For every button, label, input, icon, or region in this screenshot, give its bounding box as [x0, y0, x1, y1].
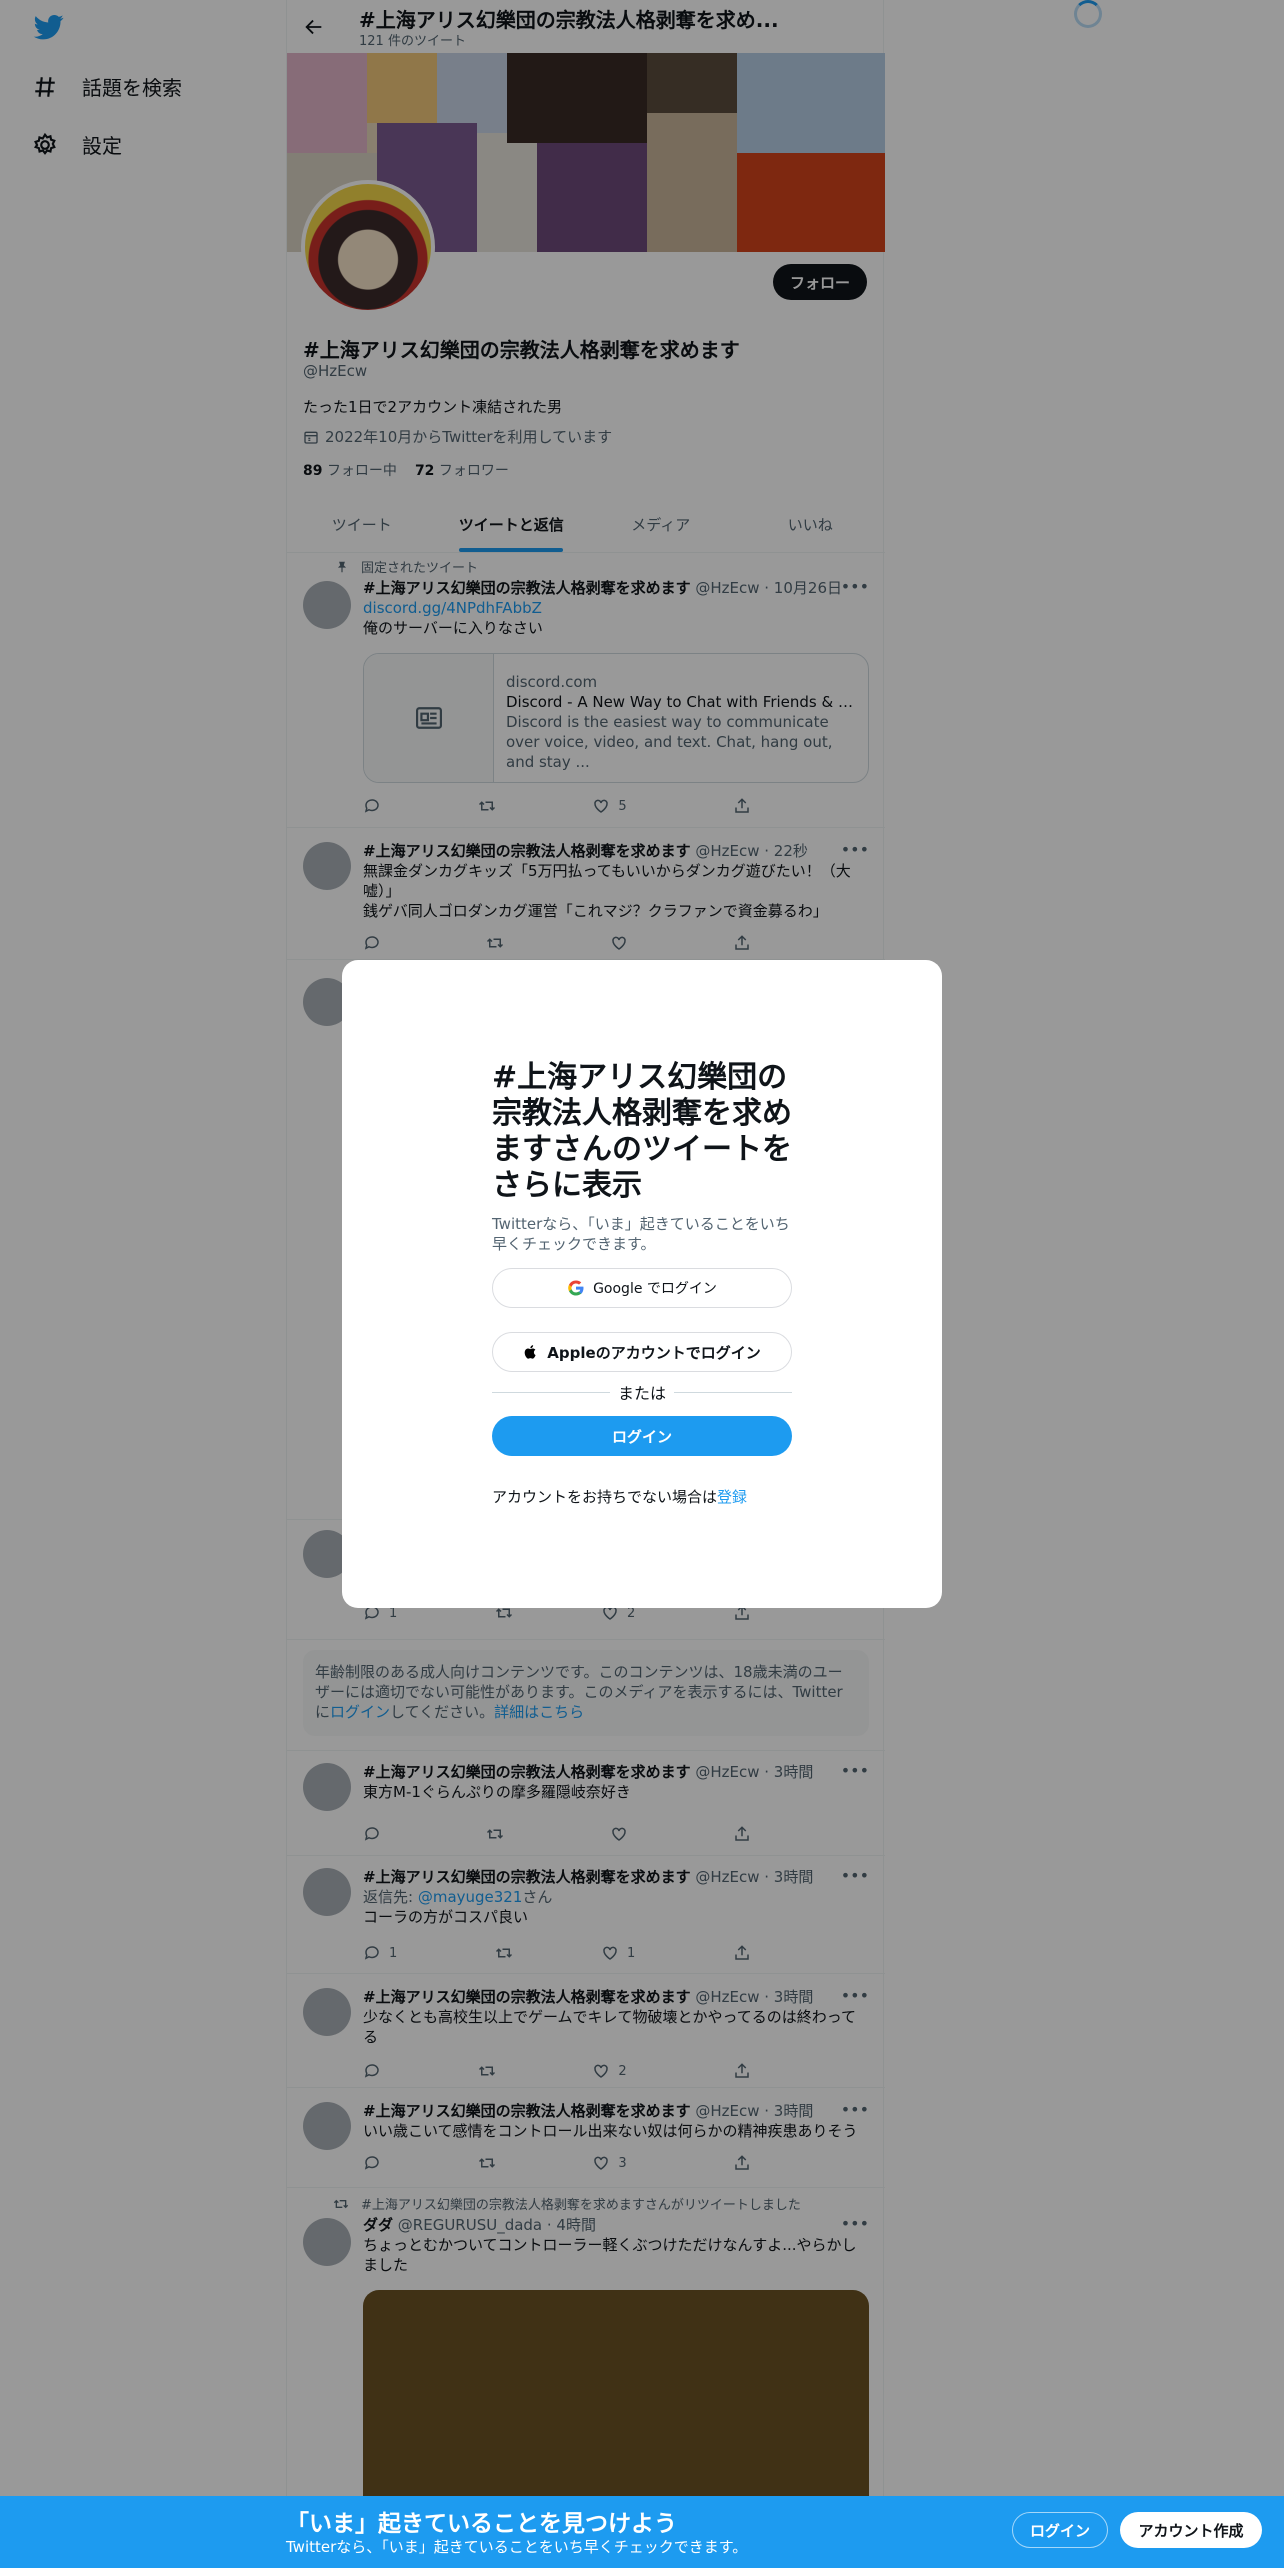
modal-content: #上海アリス幻樂団の宗教法人格剥奪を求めますさんのツイートをさらに表示 Twit…: [492, 1060, 792, 1254]
apple-login-label: Appleのアカウントでログイン: [547, 1343, 761, 1362]
google-icon: [568, 1280, 584, 1296]
google-login-button[interactable]: Google でログイン: [492, 1268, 792, 1308]
signup-link[interactable]: 登録: [717, 1488, 747, 1506]
bottom-signup-bar: 「いま」起きていることを見つけよう Twitterなら、「いま」起きていることを…: [0, 2496, 1284, 2568]
or-divider: または: [492, 1380, 793, 1404]
apple-login-button[interactable]: Appleのアカウントでログイン: [492, 1332, 792, 1372]
apple-icon: [524, 1345, 536, 1359]
bottom-bar-subtitle: Twitterなら、「いま」起きていることをいち早くチェックできます。: [286, 2538, 748, 2556]
modal-title: #上海アリス幻樂団の宗教法人格剥奪を求めますさんのツイートをさらに表示: [492, 1060, 792, 1203]
bottom-signup-button[interactable]: アカウント作成: [1120, 2512, 1262, 2548]
google-login-label: Google でログイン: [593, 1281, 717, 1297]
or-label: または: [618, 1384, 667, 1403]
signup-prompt: アカウントをお持ちでない場合は登録: [492, 1488, 748, 1506]
modal-subtitle: Twitterなら、「いま」起きていることをいち早くチェックできます。: [492, 1215, 790, 1253]
login-button[interactable]: ログイン: [492, 1416, 792, 1456]
login-prompt-modal: #上海アリス幻樂団の宗教法人格剥奪を求めますさんのツイートをさらに表示 Twit…: [342, 960, 942, 1608]
bottom-bar-title: 「いま」起きていることを見つけよう: [286, 2511, 677, 2537]
bottom-login-button[interactable]: ログイン: [1012, 2512, 1108, 2548]
